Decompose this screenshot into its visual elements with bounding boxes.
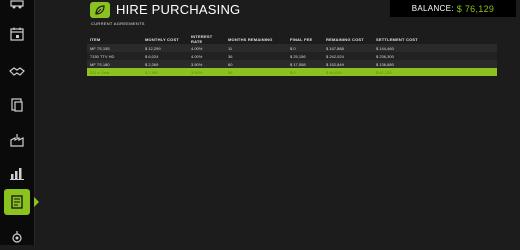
header-icon — [90, 2, 110, 18]
statistics-icon — [10, 168, 24, 180]
cell-months-remaining: 36 — [225, 52, 287, 60]
column-header-months-remaining: MONTHS REMAINING — [228, 36, 273, 42]
cell-remaining-cost: $ 152,849 — [323, 60, 373, 68]
cell-item: 311 e Gear — [87, 68, 142, 76]
column-header-item: ITEM — [90, 36, 101, 42]
cell-final-fee: $ 25,156 — [287, 52, 323, 60]
sidebar-item-statistics[interactable] — [4, 160, 30, 186]
cell-interest-rate: 3.50% — [188, 60, 225, 68]
balance-display: BALANCE: $ 76,129 — [390, 0, 516, 17]
agreements-table: ITEM MONTHLY COST INTEREST RATE MONTHS R… — [87, 34, 497, 76]
cell-settlement-cost: $ 62,130 — [373, 68, 497, 76]
cell-item: 7150 TTV HD — [87, 52, 142, 60]
sidebar-item-hire-purchasing[interactable] — [4, 189, 30, 215]
sidebar-item-finances[interactable] — [4, 92, 30, 118]
cell-settlement-cost: $ 136,880 — [373, 60, 497, 68]
cell-remaining-cost: $ 242,024 — [323, 52, 373, 60]
sidebar-item-contracts[interactable] — [4, 58, 30, 84]
cell-monthly-cost: $ 6,024 — [142, 52, 188, 60]
cell-interest-rate: 4.00% — [188, 52, 225, 60]
cell-months-remaining: 60 — [225, 60, 287, 68]
factory-icon — [10, 134, 24, 147]
cell-final-fee: $ 17,558 — [287, 60, 323, 68]
cell-monthly-cost: $ 2,269 — [142, 60, 188, 68]
cell-final-fee: $ 0 — [287, 44, 323, 52]
table-row-selected[interactable]: 311 e Gear $ 1,800 3.50% 56 $ 0 $ 64,816… — [87, 68, 497, 76]
handshake-icon — [9, 67, 25, 76]
page-title: HIRE PURCHASING — [116, 2, 241, 17]
table-header-row: ITEM MONTHLY COST INTEREST RATE MONTHS R… — [87, 34, 497, 44]
active-indicator — [34, 197, 39, 207]
sidebar-item-equipment[interactable] — [4, 224, 30, 250]
cell-interest-rate: 3.50% — [188, 68, 225, 76]
cell-months-remaining: 11 — [225, 44, 287, 52]
vehicles-icon — [10, 0, 24, 9]
cell-item: MF 7S.155 — [87, 44, 142, 52]
table-row[interactable]: MF 7S.180 $ 2,269 3.50% 60 $ 17,558 $ 15… — [87, 60, 497, 68]
cell-remaining-cost: $ 147,888 — [323, 44, 373, 52]
column-header-interest-rate: INTEREST RATE — [191, 34, 213, 44]
gear-bag-icon — [12, 231, 22, 243]
section-title: CURRENT AGREEMENTS — [91, 21, 145, 26]
column-header-final-fee: FINAL FEE — [290, 36, 313, 42]
cell-item: MF 7S.180 — [87, 60, 142, 68]
cell-interest-rate: 4.00% — [188, 44, 225, 52]
sidebar-item-vehicles[interactable] — [4, 0, 30, 16]
sidebar — [0, 0, 35, 245]
cell-remaining-cost: $ 64,816 — [323, 68, 373, 76]
cell-months-remaining: 56 — [225, 68, 287, 76]
contract-icon — [11, 195, 23, 209]
balance-label: BALANCE: — [411, 4, 454, 13]
column-header-monthly-cost: MONTHLY COST — [145, 36, 179, 42]
cell-monthly-cost: $ 1,800 — [142, 68, 188, 76]
cell-settlement-cost: $ 144,460 — [373, 44, 497, 52]
cell-monthly-cost: $ 12,299 — [142, 44, 188, 52]
sidebar-item-production[interactable] — [4, 127, 30, 153]
finance-icon — [11, 98, 23, 112]
table-row[interactable]: 7150 TTV HD $ 6,024 4.00% 36 $ 25,156 $ … — [87, 52, 497, 60]
cell-settlement-cost: $ 236,300 — [373, 52, 497, 60]
calendar-icon — [10, 27, 24, 41]
cell-final-fee: $ 0 — [287, 68, 323, 76]
column-header-settlement-cost: SETTLEMENT COST — [376, 36, 418, 42]
balance-value: $ 76,129 — [456, 3, 495, 14]
table-row[interactable]: MF 7S.155 $ 12,299 4.00% 11 $ 0 $ 147,88… — [87, 44, 497, 52]
leaf-icon — [95, 5, 105, 15]
column-header-remaining-cost: REMAINING COST — [326, 36, 364, 42]
sidebar-item-calendar[interactable] — [4, 21, 30, 47]
